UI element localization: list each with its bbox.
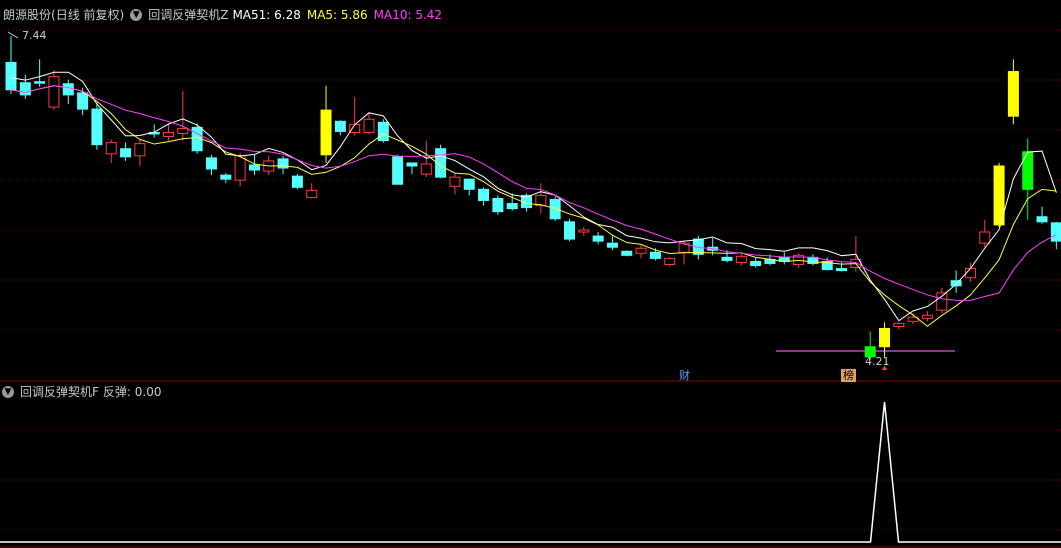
- candle-body: [392, 156, 404, 185]
- candle-body: [406, 162, 418, 167]
- candle-body: [463, 178, 475, 190]
- candle-body: [5, 61, 17, 91]
- rebound-signal-line: [0, 401, 1061, 543]
- candle-body: [506, 203, 518, 210]
- candle-body: [205, 157, 217, 170]
- candle-body: [563, 221, 575, 240]
- candle-body: [1022, 151, 1034, 190]
- candle-body: [177, 127, 189, 134]
- candle-body: [62, 83, 74, 96]
- candle-body: [220, 174, 232, 180]
- candle-body: [635, 247, 647, 254]
- candle-body: [1050, 222, 1061, 242]
- candle-body: [979, 231, 991, 244]
- candle-body: [664, 257, 676, 265]
- candle-body: [91, 108, 103, 146]
- candle-body: [936, 292, 948, 311]
- candle-body: [48, 76, 60, 108]
- candle-body: [134, 143, 146, 157]
- candle-body: [306, 189, 318, 198]
- candle-body: [363, 118, 375, 133]
- kline-chart[interactable]: [0, 0, 1061, 548]
- candle-body: [105, 142, 117, 155]
- candle-body: [1007, 71, 1019, 117]
- candle-body: [492, 197, 504, 213]
- high-marker-arrow: [7, 31, 19, 39]
- candle-body: [19, 82, 31, 96]
- candle-body: [950, 280, 962, 287]
- candle-body: [34, 81, 46, 84]
- candle-body: [320, 109, 332, 156]
- low-price-label: 4.21: [865, 355, 890, 368]
- candle-body: [606, 242, 618, 248]
- candle-body: [578, 229, 590, 233]
- candle-body: [735, 255, 747, 263]
- finance-event-marker[interactable]: 财: [677, 369, 692, 382]
- candle-body: [77, 92, 89, 110]
- candle-body: [964, 268, 976, 279]
- candle-body: [420, 163, 432, 175]
- candle-body: [120, 148, 132, 158]
- candle-body: [893, 322, 905, 327]
- candle-body: [163, 131, 175, 138]
- candle-body: [377, 121, 389, 142]
- high-price-label: 7.44: [22, 29, 47, 42]
- candle-body: [478, 188, 490, 202]
- candle-body: [291, 175, 303, 188]
- candle-body: [921, 314, 933, 319]
- candle-body: [549, 198, 561, 220]
- candle-body: [234, 155, 246, 181]
- candle-body: [879, 327, 891, 348]
- ranking-event-marker[interactable]: 榜: [841, 369, 856, 382]
- candle-body: [721, 256, 733, 261]
- candle-body: [750, 260, 762, 266]
- candle-body: [1036, 216, 1048, 223]
- candle-body: [621, 250, 633, 256]
- candle-body: [592, 235, 604, 242]
- candle-body: [248, 164, 260, 171]
- candle-body: [836, 268, 848, 272]
- candle-body: [649, 251, 661, 259]
- candle-body: [449, 176, 461, 187]
- ma51-line: [10, 71, 1057, 322]
- ma10-line: [10, 85, 1057, 301]
- candle-body: [334, 120, 346, 132]
